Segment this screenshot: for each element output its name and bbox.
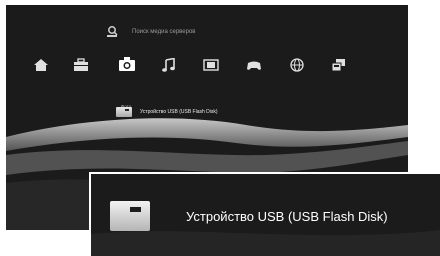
usb-device-label-large: Устройство USB (USB Flash Disk): [186, 209, 388, 224]
zoom-inset: Устройство USB (USB Flash Disk): [89, 172, 440, 256]
friends-icon[interactable]: [331, 58, 347, 72]
usb-device-item[interactable]: Устройство USB (USB Flash Disk): [116, 107, 218, 117]
toolbox-icon[interactable]: [73, 58, 89, 72]
globe-icon[interactable]: [289, 58, 305, 72]
home-icon[interactable]: [33, 58, 49, 72]
media-server-search-item[interactable]: Поиск медиа серверов: [106, 26, 195, 38]
media-server-search-icon: [107, 26, 118, 37]
camera-icon[interactable]: [118, 55, 136, 73]
usb-drive-icon-large: [110, 201, 150, 231]
media-server-search-label: Поиск медиа серверов: [132, 29, 196, 35]
gamepad-icon[interactable]: [246, 58, 262, 72]
film-icon[interactable]: [203, 58, 219, 72]
music-note-icon[interactable]: [161, 58, 177, 72]
usb-drive-icon: [116, 107, 132, 117]
usb-device-label: Устройство USB (USB Flash Disk): [140, 109, 218, 115]
category-row: [6, 55, 408, 98]
